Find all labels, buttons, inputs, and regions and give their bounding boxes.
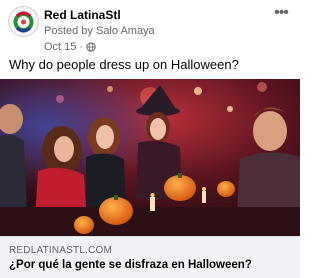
page-name[interactable]: Red LatinaStl: [44, 8, 121, 22]
post-header: Red LatinaStl Posted by Salo Amaya Oct 1…: [0, 0, 300, 56]
globe-icon[interactable]: [86, 41, 96, 52]
avatar-logo-image: [9, 7, 38, 36]
more-horizontal-icon: •••: [274, 4, 289, 21]
link-title[interactable]: ¿Por qué la gente se disfraza en Hallowe…: [9, 259, 252, 271]
link-preview-image[interactable]: [0, 79, 300, 236]
post-date[interactable]: Oct 15: [44, 41, 76, 53]
more-options-button[interactable]: •••: [270, 4, 292, 22]
meta-separator: ·: [79, 40, 84, 53]
link-preview-footer[interactable]: REDLATINASTL.COM ¿Por qué la gente se di…: [0, 236, 300, 278]
post-text: Why do people dress up on Halloween?: [9, 57, 239, 72]
post-meta: Oct 15 ·: [44, 40, 96, 53]
link-domain: REDLATINASTL.COM: [9, 245, 113, 256]
page-avatar[interactable]: [9, 7, 38, 36]
posted-by[interactable]: Posted by Salo Amaya: [44, 25, 155, 37]
